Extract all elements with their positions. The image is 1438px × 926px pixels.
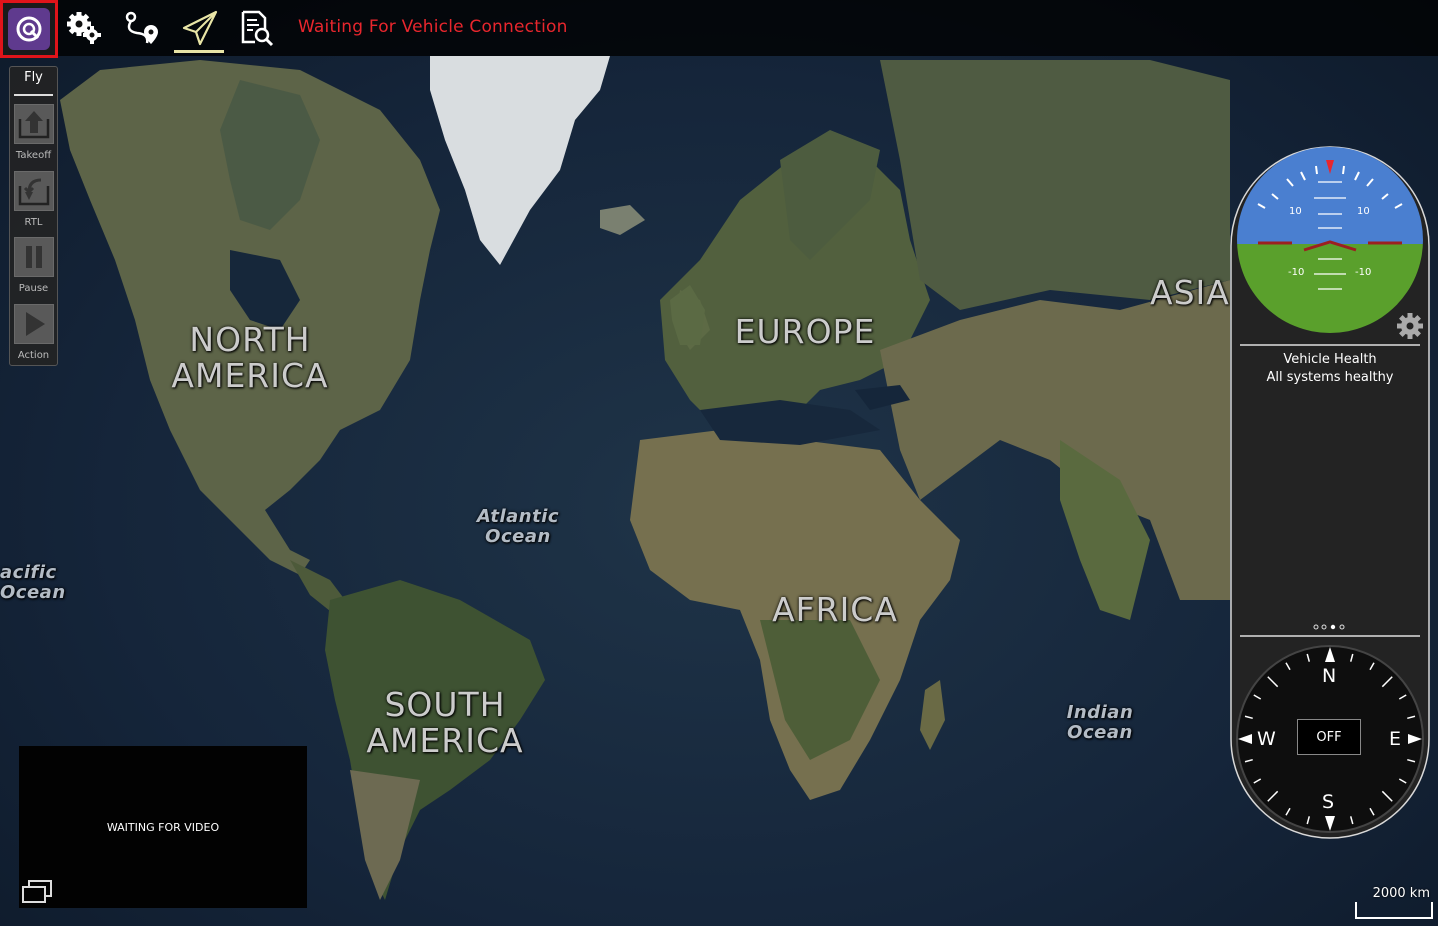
map-scale: 2000 km bbox=[1354, 886, 1434, 920]
map-label-asia: ASIA bbox=[1150, 275, 1230, 312]
divider bbox=[14, 94, 53, 96]
app-logo-icon bbox=[8, 8, 50, 50]
pitch-label: 10 bbox=[1289, 206, 1302, 217]
map-label-africa: AFRICA bbox=[772, 590, 898, 629]
rtl-label: RTL bbox=[24, 217, 43, 228]
map-label-atlantic-ocean: Atlantic Ocean bbox=[458, 507, 578, 547]
pitch-label: -10 bbox=[1355, 267, 1372, 278]
video-widget[interactable]: WAITING FOR VIDEO bbox=[19, 746, 307, 908]
top-toolbar: Waiting For Vehicle Connection bbox=[0, 0, 1438, 58]
switch-view-icon[interactable] bbox=[21, 879, 53, 909]
vehicle-health-title: Vehicle Health bbox=[1283, 352, 1377, 367]
pitch-label: 10 bbox=[1357, 206, 1370, 217]
connection-status-text: Waiting For Vehicle Connection bbox=[298, 17, 568, 37]
analyze-button[interactable] bbox=[231, 4, 279, 52]
map-label-line: Ocean bbox=[0, 581, 66, 603]
rtl-icon bbox=[13, 171, 54, 211]
compass-south-label: S bbox=[1322, 791, 1335, 813]
map-label-line: AMERICA bbox=[366, 721, 524, 761]
map-label-south-america: SOUTH AMERICA bbox=[345, 685, 545, 761]
map-label-line: Ocean bbox=[485, 525, 551, 547]
fly-button[interactable] bbox=[176, 4, 224, 52]
map-label-pacific-ocean: acific Ocean bbox=[0, 562, 66, 603]
action-button[interactable]: Action bbox=[13, 304, 54, 361]
pause-label: Pause bbox=[18, 283, 49, 294]
compass-north-label: N bbox=[1322, 665, 1337, 687]
action-label: Action bbox=[17, 350, 50, 361]
map-scale-bar bbox=[1355, 902, 1433, 919]
map-label-line: Atlantic bbox=[476, 506, 560, 527]
map-label-line: Ocean bbox=[1067, 721, 1133, 743]
compass-heading-readout: OFF bbox=[1297, 719, 1361, 755]
pause-icon bbox=[13, 237, 54, 277]
takeoff-button[interactable]: Takeoff bbox=[13, 104, 54, 161]
map-label-line: acific bbox=[0, 562, 57, 583]
map-label-indian-ocean: Indian Ocean bbox=[1040, 703, 1160, 743]
compass-west-label: W bbox=[1257, 728, 1276, 750]
pause-button[interactable]: Pause bbox=[13, 237, 54, 294]
takeoff-icon bbox=[13, 104, 54, 144]
map-label-line: Indian bbox=[1066, 702, 1134, 723]
map-label-europe: EUROPE bbox=[734, 312, 876, 351]
fly-tool-strip: Fly Takeoff RTL Pause Action bbox=[9, 66, 58, 366]
compass-east-label: E bbox=[1389, 728, 1402, 750]
map-label-line: NORTH bbox=[189, 320, 311, 359]
paper-plane-icon bbox=[182, 10, 218, 46]
map-label-line: AMERICA bbox=[171, 356, 329, 396]
pitch-label: -10 bbox=[1288, 267, 1305, 278]
plan-route-icon bbox=[125, 11, 158, 44]
vehicle-health-status: All systems healthy bbox=[1266, 370, 1394, 385]
takeoff-label: Takeoff bbox=[15, 150, 52, 161]
app-logo-button[interactable] bbox=[0, 0, 58, 58]
analyze-document-icon bbox=[241, 10, 274, 47]
active-tab-indicator bbox=[174, 50, 224, 53]
video-status-text: WAITING FOR VIDEO bbox=[106, 821, 220, 834]
gears-icon bbox=[67, 12, 101, 44]
map-label-line: SOUTH bbox=[384, 685, 506, 724]
instrument-panel[interactable]: 10 10 -10 -10 Vehicle Health All systems… bbox=[1230, 146, 1430, 839]
action-icon bbox=[13, 304, 54, 344]
map-label-north-america: NORTH AMERICA bbox=[150, 320, 350, 396]
settings-button[interactable] bbox=[60, 4, 108, 52]
rtl-button[interactable]: RTL bbox=[13, 171, 54, 228]
plan-button[interactable] bbox=[118, 4, 166, 52]
fly-tool-strip-title: Fly bbox=[24, 70, 43, 85]
